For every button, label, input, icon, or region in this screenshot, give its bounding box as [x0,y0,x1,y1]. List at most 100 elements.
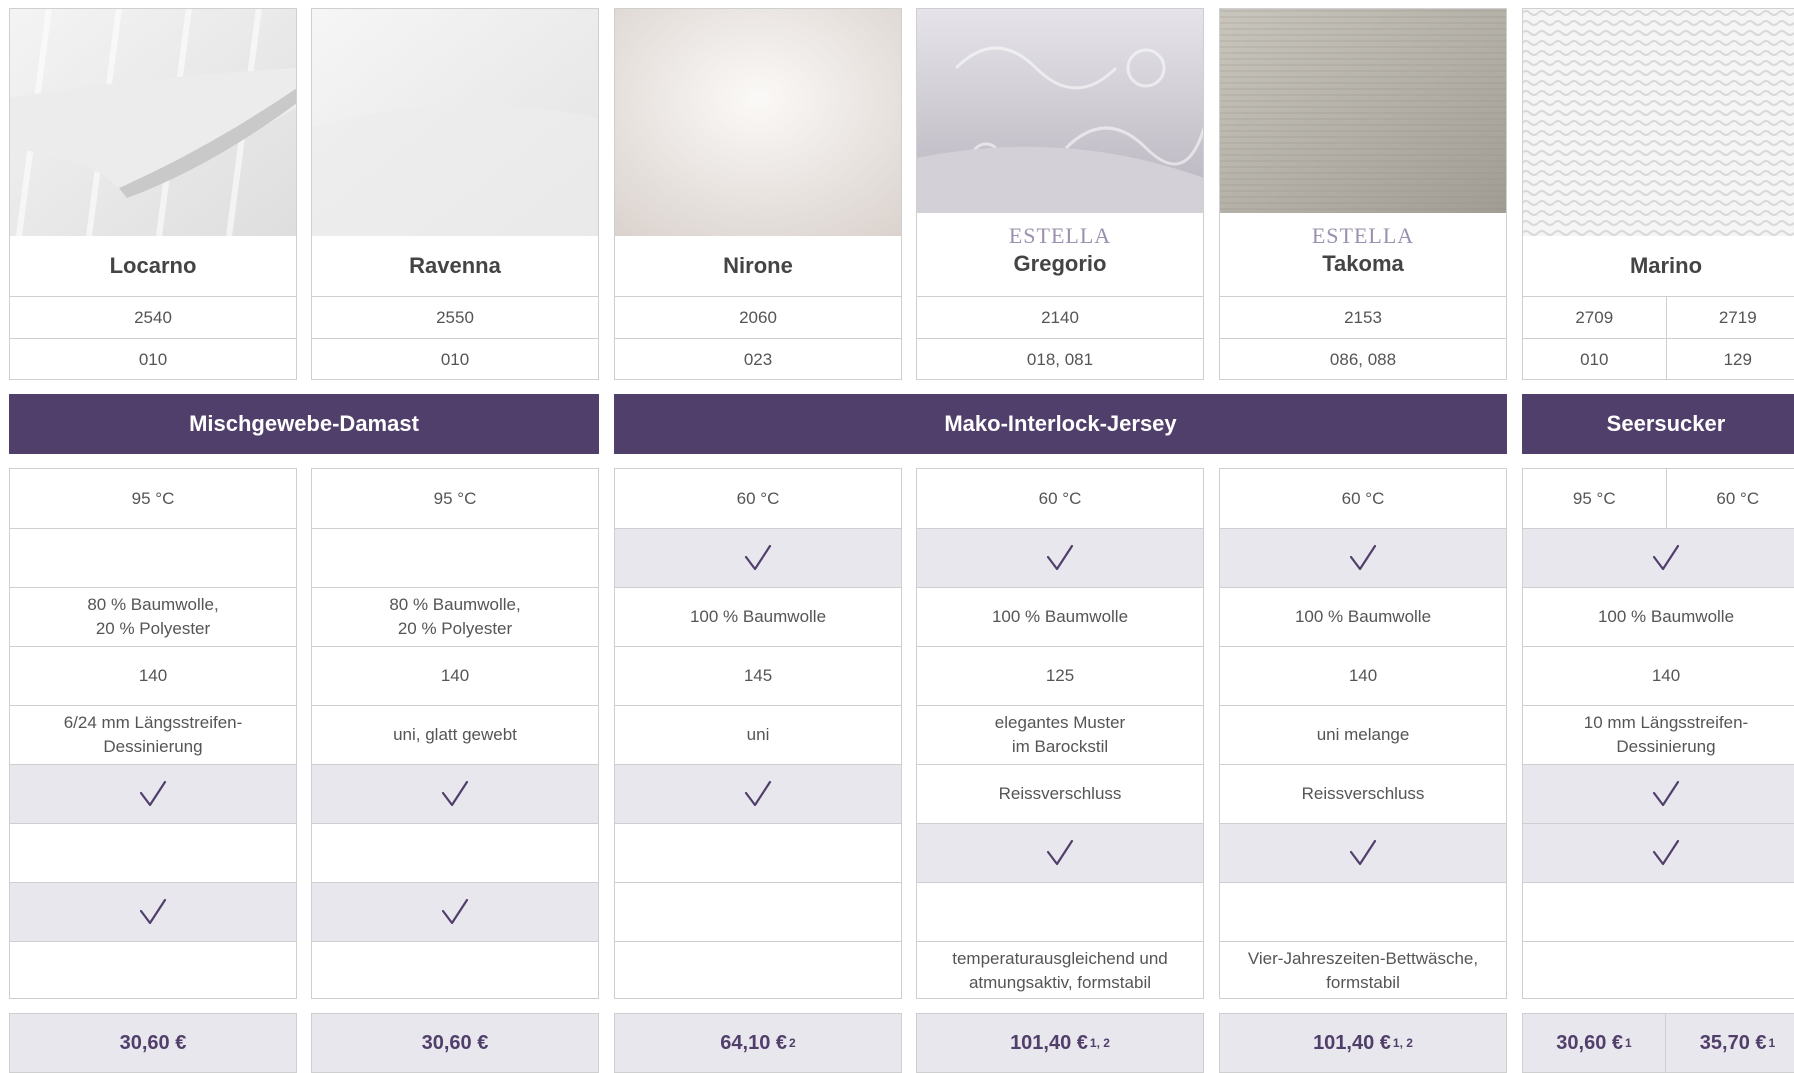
feature-cell [312,882,598,941]
spec-empty [312,941,598,999]
product-name: Ravenna [409,253,501,279]
spec-empty [1220,882,1506,941]
price: 64,10 € [720,1032,787,1055]
footnote-marker: 2 [789,1036,796,1050]
article-box-locarno: 2540 010 [9,296,297,380]
footnote-marker: 1 [1625,1036,1632,1050]
closure-cell: Reissverschluss [1220,764,1506,823]
material-cell: 100 % Baumwolle [1523,587,1794,646]
thread-count: 125 [917,646,1203,705]
fabric-image-locarno [9,8,297,236]
article-number: 2540 [10,297,296,339]
feature-cell [10,882,296,941]
spec-table-nirone: 60 °C 100 % Baumwolle 145 uni [614,468,902,999]
product-name-cell-nirone: Nirone [614,236,902,297]
article-number: 2153 [1220,297,1506,339]
fabric-image-takoma [1219,8,1507,213]
product-column-takoma [1219,8,1507,213]
fabric-image-nirone [614,8,902,236]
wash-temperature: 60 °C [1666,469,1794,528]
thread-count: 140 [1523,646,1794,705]
note-line: Vier-Jahreszeiten-Bettwäsche, [1248,947,1478,971]
material-cell: 100 % Baumwolle [1220,587,1506,646]
wash-temperature: 60 °C [1220,469,1506,528]
design-cell: uni [615,705,901,764]
design-line: 10 mm Längsstreifen- [1584,711,1748,735]
feature-cell [615,764,901,823]
note-line: atmungsaktiv, formstabil [952,971,1167,995]
checkmark-icon [441,898,469,926]
feature-cell [1220,823,1506,882]
spec-empty [10,823,296,882]
feature-cell [917,528,1203,587]
design-line: elegantes Muster [995,711,1125,735]
feature-cell [1220,528,1506,587]
product-name: Gregorio [917,251,1203,277]
checkmark-icon [744,544,772,572]
wash-temperature: 95 °C [312,469,598,528]
design-cell: 10 mm Längsstreifen-Dessinierung [1523,705,1794,764]
design-line: 6/24 mm Längsstreifen- [64,711,243,735]
feature-cell [1523,764,1794,823]
product-name: Nirone [723,253,793,279]
category-title: Seersucker [1607,411,1726,437]
checkmark-icon [1652,544,1680,572]
note-cell: Vier-Jahreszeiten-Bettwäsche,formstabil [1220,941,1506,999]
article-box-marino: 2709 2719 010 129 [1522,296,1794,380]
design-line: im Barockstil [995,735,1125,759]
price: 30,60 € [422,1032,489,1055]
product-name-cell-takoma: ESTELLA Takoma [1219,213,1507,297]
price: 101,40 € [1313,1032,1391,1055]
spec-empty [1523,941,1794,999]
product-name-cell-gregorio: ESTELLA Gregorio [916,213,1204,297]
article-box-takoma: 2153 086, 088 [1219,296,1507,380]
price-cell-nirone: 64,10 €2 [614,1013,902,1073]
price-cell-ravenna: 30,60 € [311,1013,599,1073]
design-line: Dessinierung [1584,735,1748,759]
price-cell-locarno: 30,60 € [9,1013,297,1073]
thread-count: 140 [312,646,598,705]
product-column-marino [1522,8,1794,236]
spec-empty [312,823,598,882]
closure-cell: Reissverschluss [917,764,1203,823]
spec-table-locarno: 95 °C 80 % Baumwolle,20 % Polyester 140 … [9,468,297,999]
brand-logo: ESTELLA [1220,223,1506,249]
article-number: 2550 [312,297,598,339]
spec-empty [312,528,598,587]
color-number: 129 [1666,339,1794,380]
category-band-seersucker: Seersucker [1522,394,1794,454]
color-number: 018, 081 [917,338,1203,380]
spec-table-takoma: 60 °C 100 % Baumwolle 140 uni melange Re… [1219,468,1507,999]
price: 101,40 € [1010,1032,1088,1055]
footnote-marker: 1, 2 [1393,1036,1413,1050]
article-number: 2060 [615,297,901,339]
fabric-image-marino [1522,8,1794,236]
fabric-image-ravenna [311,8,599,236]
feature-cell [1523,528,1794,587]
checkmark-icon [441,780,469,808]
checkmark-icon [139,898,167,926]
wash-temperature: 95 °C [10,469,296,528]
material-cell: 80 % Baumwolle,20 % Polyester [312,587,598,646]
price-cell-marino-a: 30,60 €1 [1522,1013,1666,1073]
article-box-ravenna: 2550 010 [311,296,599,380]
color-number: 010 [10,338,296,380]
color-number: 086, 088 [1220,338,1506,380]
article-number: 2709 [1523,297,1666,339]
color-number: 023 [615,338,901,380]
product-column-gregorio [916,8,1204,213]
article-box-nirone: 2060 023 [614,296,902,380]
brand-logo: ESTELLA [917,223,1203,249]
design-cell: elegantes Musterim Barockstil [917,705,1203,764]
design-cell: uni melange [1220,705,1506,764]
checkmark-icon [1652,780,1680,808]
thread-count: 140 [1220,646,1506,705]
spec-table-marino: 95 °C 60 °C 100 % Baumwolle 140 10 mm Lä… [1522,468,1794,999]
category-title: Mischgewebe-Damast [189,411,419,437]
price-cell-takoma: 101,40 €1, 2 [1219,1013,1507,1073]
category-band-damast: Mischgewebe-Damast [9,394,599,454]
checkmark-icon [1349,544,1377,572]
product-column-nirone [614,8,902,236]
spec-empty [10,941,296,999]
product-name: Locarno [110,253,197,279]
